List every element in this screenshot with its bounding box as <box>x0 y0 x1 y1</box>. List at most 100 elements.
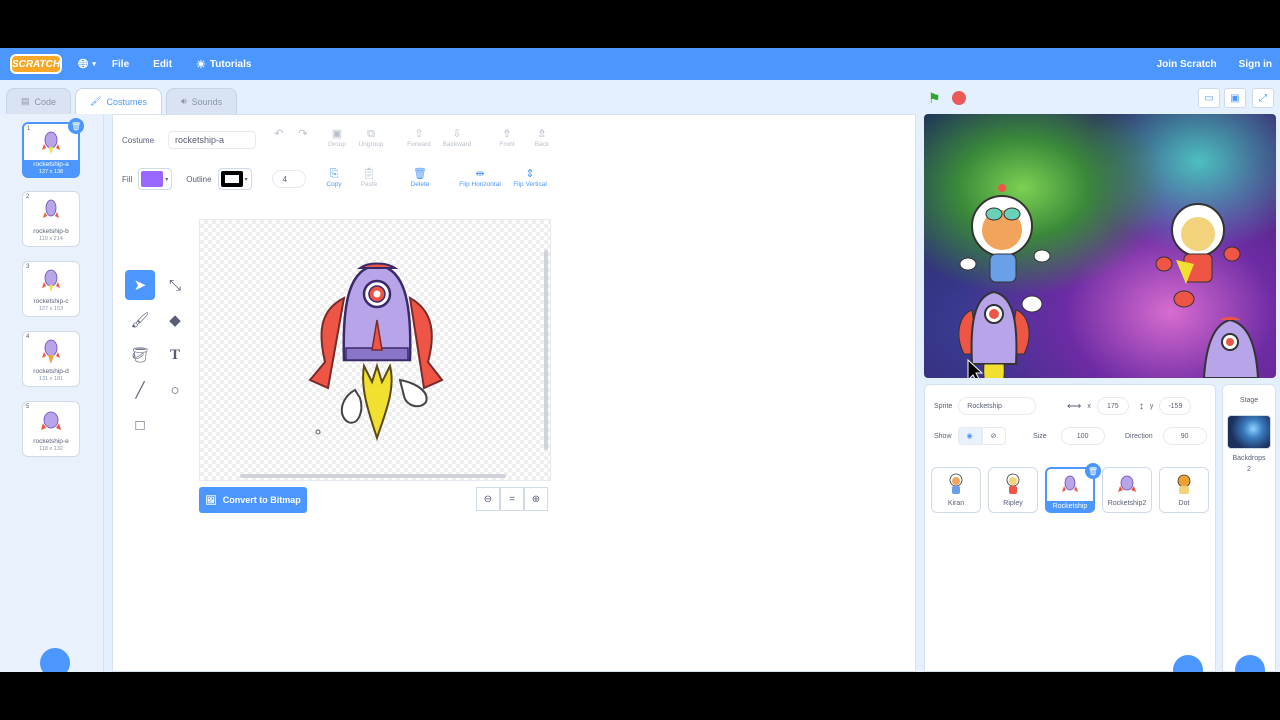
costume-item[interactable]: 5 rocketship-e 118 x 132 <box>22 401 80 457</box>
direction-label: Direction <box>1125 432 1153 440</box>
forward-button[interactable]: ⇧ Forward <box>399 127 439 148</box>
size-input[interactable]: 100 <box>1060 427 1105 445</box>
line-tool[interactable]: ╱ <box>125 375 155 405</box>
x-position-input[interactable]: 175 <box>1096 397 1129 415</box>
select-tool[interactable]: ➤ <box>125 270 155 300</box>
copy-button[interactable]: ⎘ Copy <box>314 167 354 188</box>
costume-name-input[interactable]: rocketship-a <box>168 131 257 149</box>
text-tool[interactable]: T <box>160 340 190 370</box>
paste-button[interactable]: 📋︎ Paste <box>349 167 389 188</box>
show-hidden-button[interactable]: ⊘ <box>981 427 1006 445</box>
choose-costume-button[interactable] <box>40 648 70 672</box>
ungroup-button[interactable]: ⧉ Ungroup <box>351 127 391 148</box>
zoom-in-button[interactable]: ⊕ <box>524 487 548 511</box>
text-icon: T <box>169 346 180 363</box>
language-menu[interactable]: 🌐︎ ▾ <box>78 56 96 72</box>
front-icon: ⇮ <box>502 128 512 140</box>
delete-sprite-icon[interactable]: 🗑︎ <box>1085 463 1101 479</box>
lightbulb-icon: ☀ <box>196 58 206 71</box>
costume-list: 1 🗑︎ rocketship-a 127 x 138 2 rocketship-… <box>0 114 104 672</box>
front-button[interactable]: ⇮ Front <box>487 127 527 148</box>
circle-tool[interactable]: ○ <box>160 375 190 405</box>
delete-costume-icon[interactable]: 🗑︎ <box>68 118 84 134</box>
paste-label: Paste <box>360 181 378 188</box>
scratch-logo[interactable]: SCRATCH <box>10 54 62 74</box>
sign-in-link[interactable]: Sign in <box>1239 59 1272 70</box>
back-label: Back <box>534 141 550 148</box>
reshape-icon: ⤡ <box>168 276 181 294</box>
image-icon: 🖼︎ <box>205 494 217 505</box>
sprite-tile[interactable]: 🗑︎ Rocketship <box>1045 463 1101 513</box>
rocket-thumbnail-icon <box>42 339 60 364</box>
stage-canvas[interactable] <box>924 114 1276 378</box>
sprite-name-input[interactable]: Rocketship <box>958 397 1037 415</box>
backward-button[interactable]: ⇩ Backward <box>437 127 477 148</box>
canvas-vertical-scrollbar[interactable] <box>544 250 548 450</box>
large-stage-button[interactable]: ▣ <box>1224 88 1246 108</box>
convert-label: Convert to Bitmap <box>222 495 301 505</box>
flip-vertical-button[interactable]: ⇕ Flip Vertical <box>507 167 553 188</box>
eraser-icon: ◆ <box>169 312 181 329</box>
small-stage-icon: ▭ <box>1204 92 1214 104</box>
flip-horizontal-button[interactable]: ⇹ Flip Horizontal <box>453 167 507 188</box>
small-stage-button[interactable]: ▭ <box>1198 88 1220 108</box>
stage-selector-panel[interactable]: Stage Backdrops 2 <box>1222 384 1276 672</box>
tutorials-menu[interactable]: ☀ Tutorials <box>196 58 251 71</box>
brush-tool[interactable]: 🖌︎ <box>125 305 155 335</box>
back-button[interactable]: ⇯ Back <box>522 127 562 148</box>
sprite-tile[interactable]: Kiran <box>931 467 981 513</box>
eraser-tool[interactable]: ◆ <box>160 305 190 335</box>
canvas-horizontal-scrollbar[interactable] <box>240 474 506 478</box>
sprite-tile[interactable]: Rocketship2 <box>1102 467 1152 513</box>
dot-thumbnail-icon <box>1177 474 1191 494</box>
choose-sprite-button[interactable] <box>1173 655 1203 672</box>
tab-costumes[interactable]: 🖌︎ Costumes <box>75 88 162 114</box>
costume-size: 118 x 132 <box>39 446 63 452</box>
arrow-cursor-icon: ➤ <box>133 277 147 294</box>
sprite-tile[interactable]: Dot <box>1159 467 1209 513</box>
costume-item[interactable]: 2 rocketship-b 110 x 214 <box>22 191 80 247</box>
circle-icon: ○ <box>170 381 180 399</box>
costume-name: rocketship-d <box>33 368 69 375</box>
join-scratch-link[interactable]: Join Scratch <box>1157 59 1217 70</box>
edit-menu[interactable]: Edit <box>153 59 172 70</box>
choose-backdrop-button[interactable] <box>1235 655 1265 672</box>
outline-color-picker[interactable]: ▾ <box>217 168 252 190</box>
show-visible-button[interactable]: ◉ <box>957 427 982 445</box>
convert-to-bitmap-button[interactable]: 🖼︎ Convert to Bitmap <box>199 487 307 513</box>
costume-item[interactable]: 3 rocketship-c 127 x 153 <box>22 261 80 317</box>
costume-size: 127 x 138 <box>38 169 64 175</box>
flip-vertical-icon: ⇕ <box>525 168 535 180</box>
costume-name: rocketship-c <box>33 298 69 305</box>
direction-input[interactable]: 90 <box>1162 427 1207 445</box>
outline-width-input[interactable]: 4 <box>271 170 306 188</box>
drawing-canvas[interactable] <box>199 219 551 481</box>
y-position-input[interactable]: -159 <box>1159 397 1192 415</box>
fill-swatch <box>141 171 164 187</box>
sprite-tile[interactable]: Ripley <box>988 467 1038 513</box>
fill-color-picker[interactable]: ▾ <box>138 168 173 190</box>
brush-icon: 🖌︎ <box>90 96 102 106</box>
brush-icon: 🖌︎ <box>130 312 150 329</box>
sprite-tile-label: Dot <box>1178 500 1190 507</box>
zoom-reset-button[interactable]: = <box>500 487 524 511</box>
trash-icon: 🗑︎ <box>413 168 427 180</box>
zoom-out-button[interactable]: ⊖ <box>476 487 500 511</box>
fill-tool[interactable]: 🪣︎ <box>125 340 155 370</box>
tab-sounds[interactable]: 🔊︎ Sounds <box>165 88 238 114</box>
x-label: x <box>1087 402 1091 410</box>
costume-number: 4 <box>26 334 30 340</box>
file-menu[interactable]: File <box>112 59 129 70</box>
rocket-thumbnail-icon <box>42 131 60 155</box>
costume-item[interactable]: 1 🗑︎ rocketship-a 127 x 138 <box>22 118 84 178</box>
costume-item[interactable]: 4 rocketship-d 131 x 181 <box>22 331 80 387</box>
fullscreen-button[interactable]: ⤢ <box>1252 88 1274 108</box>
reshape-tool[interactable]: ⤡ <box>160 270 190 300</box>
y-arrows-icon: ↕ <box>1138 400 1144 412</box>
green-flag-icon[interactable]: ⚑ <box>928 90 941 107</box>
delete-button[interactable]: 🗑︎ Delete <box>400 167 440 188</box>
scratch-editor: SCRATCH 🌐︎ ▾ File Edit ☀ Tutorials Join … <box>0 48 1280 672</box>
stop-button[interactable] <box>952 91 966 105</box>
tab-code[interactable]: ▤ Code <box>6 88 72 114</box>
rectangle-tool[interactable]: □ <box>125 410 155 440</box>
